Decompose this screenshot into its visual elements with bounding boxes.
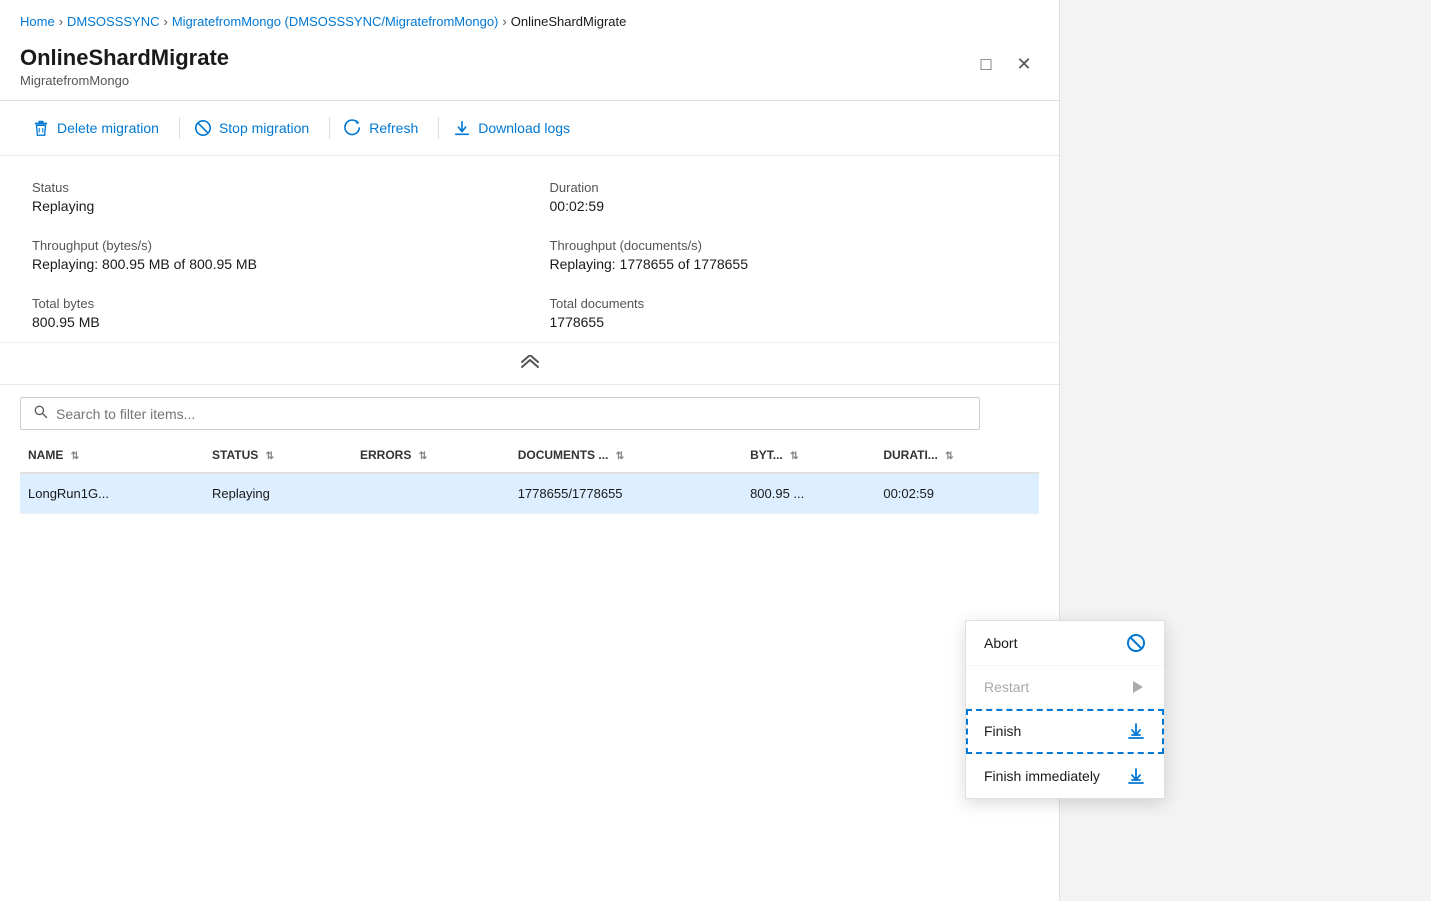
row-errors (352, 473, 510, 514)
col-errors-label: ERRORS (360, 448, 411, 462)
table-row[interactable]: LongRun1G... Replaying 1778655/1778655 8… (20, 473, 1039, 514)
row-status: Replaying (204, 473, 352, 514)
page-title: OnlineShardMigrate (20, 45, 229, 71)
throughput-docs-value: Replaying: 1778655 of 1778655 (550, 256, 1028, 272)
col-documents-label: DOCUMENTS ... (518, 448, 609, 462)
context-menu-abort[interactable]: Abort (966, 621, 1164, 666)
throughput-docs-label: Throughput (documents/s) (550, 238, 1028, 253)
delete-migration-label: Delete migration (57, 120, 159, 136)
col-duration-label: DURATI... (883, 448, 937, 462)
finish-immediately-icon (1126, 766, 1146, 786)
row-duration: 00:02:59 (875, 473, 1039, 514)
finish-immediately-label: Finish immediately (984, 768, 1100, 784)
toolbar-separator-1 (179, 117, 180, 139)
duration-value: 00:02:59 (550, 198, 1028, 214)
duration-label: Duration (550, 180, 1028, 195)
row-name: LongRun1G... (20, 473, 204, 514)
col-name-label: NAME (28, 448, 63, 462)
col-documents-sort-icon: ⇅ (616, 451, 624, 462)
abort-icon (1126, 633, 1146, 653)
breadcrumb-current: OnlineShardMigrate (511, 14, 627, 29)
context-menu: Abort Restart Finish Finish immediately (965, 620, 1165, 799)
col-documents[interactable]: DOCUMENTS ... ⇅ (510, 438, 742, 473)
search-icon (33, 404, 48, 423)
col-errors-sort-icon: ⇅ (419, 451, 427, 462)
col-errors[interactable]: ERRORS ⇅ (352, 438, 510, 473)
row-documents: 1778655/1778655 (510, 473, 742, 514)
breadcrumb-home[interactable]: Home (20, 14, 55, 29)
restart-label: Restart (984, 679, 1029, 695)
collapse-button[interactable] (503, 351, 557, 380)
col-status-label: STATUS (212, 448, 258, 462)
total-docs-label: Total documents (550, 296, 1028, 311)
total-docs-value: 1778655 (550, 314, 1028, 330)
close-button[interactable]: ✕ (1009, 49, 1039, 79)
col-duration-sort-icon: ⇅ (945, 451, 953, 462)
trash-icon (32, 119, 50, 137)
abort-label: Abort (984, 635, 1017, 651)
refresh-icon (344, 119, 362, 137)
stop-icon (194, 119, 212, 137)
col-name[interactable]: NAME ⇅ (20, 438, 204, 473)
maximize-button[interactable]: □ (971, 49, 1001, 79)
row-bytes: 800.95 ... (742, 473, 875, 514)
col-status[interactable]: STATUS ⇅ (204, 438, 352, 473)
context-menu-finish[interactable]: Finish (966, 709, 1164, 754)
refresh-button[interactable]: Refresh (332, 111, 436, 145)
refresh-label: Refresh (369, 120, 418, 136)
total-bytes-value: 800.95 MB (32, 314, 510, 330)
breadcrumb-migratefrom[interactable]: MigratefromMongo (DMSOSSSYNC/Migratefrom… (172, 14, 499, 29)
download-icon (453, 119, 471, 137)
finish-icon (1126, 721, 1146, 741)
stop-migration-label: Stop migration (219, 120, 309, 136)
toolbar-separator-2 (329, 117, 330, 139)
context-menu-finish-immediately[interactable]: Finish immediately (966, 754, 1164, 798)
col-bytes-sort-icon: ⇅ (790, 451, 798, 462)
col-bytes[interactable]: BYT... ⇅ (742, 438, 875, 473)
finish-label: Finish (984, 723, 1021, 739)
table-area: NAME ⇅ STATUS ⇅ ERRORS ⇅ DOCUMENTS ... (0, 438, 1059, 901)
throughput-bytes-label: Throughput (bytes/s) (32, 238, 510, 253)
download-logs-label: Download logs (478, 120, 570, 136)
stop-migration-button[interactable]: Stop migration (182, 111, 327, 145)
search-input[interactable] (56, 406, 967, 422)
status-value: Replaying (32, 198, 510, 214)
col-duration[interactable]: DURATI... ⇅ (875, 438, 1039, 473)
total-bytes-label: Total bytes (32, 296, 510, 311)
info-section: Status Replaying Duration 00:02:59 Throu… (0, 156, 1059, 343)
download-logs-button[interactable]: Download logs (441, 111, 588, 145)
col-name-sort-icon: ⇅ (71, 451, 79, 462)
toolbar: Delete migration Stop migration (0, 101, 1059, 156)
breadcrumb: Home › DMSOSSSYNC › MigratefromMongo (DM… (0, 0, 1059, 37)
page-subtitle: MigratefromMongo (20, 73, 229, 88)
search-input-wrapper (20, 397, 980, 430)
breadcrumb-dmsosssync[interactable]: DMSOSSSYNC (67, 14, 159, 29)
search-row (0, 385, 1059, 438)
context-menu-restart: Restart (966, 666, 1164, 709)
migration-table: NAME ⇅ STATUS ⇅ ERRORS ⇅ DOCUMENTS ... (20, 438, 1039, 514)
throughput-bytes-value: Replaying: 800.95 MB of 800.95 MB (32, 256, 510, 272)
restart-icon (1128, 678, 1146, 696)
toolbar-separator-3 (438, 117, 439, 139)
delete-migration-button[interactable]: Delete migration (20, 111, 177, 145)
col-bytes-label: BYT... (750, 448, 783, 462)
status-label: Status (32, 180, 510, 195)
col-status-sort-icon: ⇅ (266, 451, 274, 462)
